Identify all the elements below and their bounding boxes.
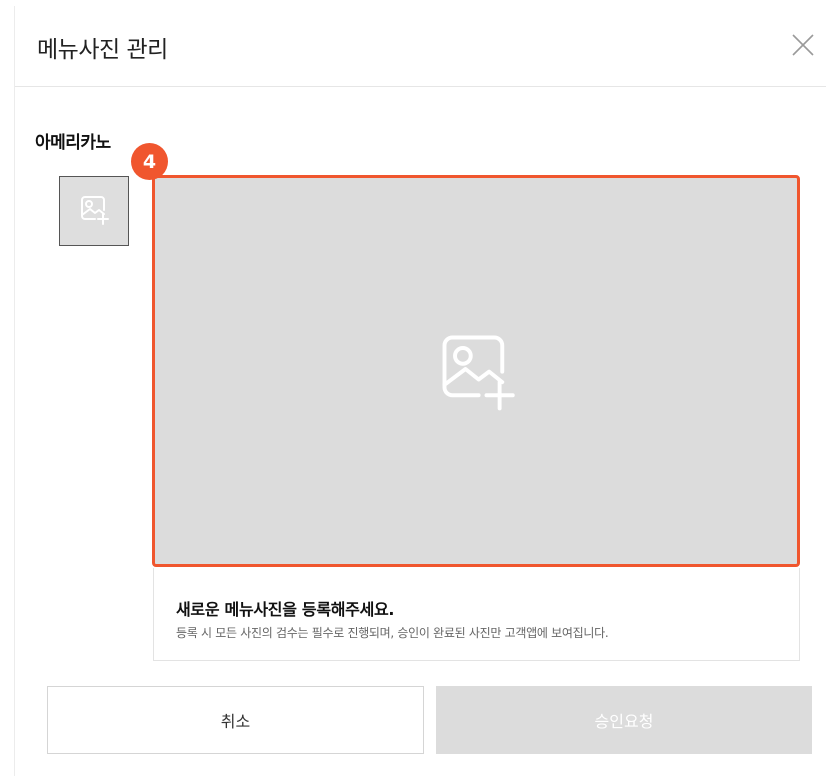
image-add-icon [434, 327, 518, 415]
menu-name: 아메리카노 [35, 133, 111, 153]
cancel-button[interactable]: 취소 [47, 686, 424, 754]
request-approval-button[interactable]: 승인요청 [436, 686, 812, 754]
modal-header: 메뉴사진 관리 [15, 6, 826, 87]
thumbnail-slot[interactable] [59, 176, 129, 246]
menu-photo-modal: 메뉴사진 관리 아메리카노 4 새로운 메뉴사진을 등록해주세요. 등록 시 모… [14, 6, 826, 776]
modal-title: 메뉴사진 관리 [37, 37, 168, 63]
upload-info-box: 새로운 메뉴사진을 등록해주세요. 등록 시 모든 사진의 검수는 필수로 진행… [153, 568, 800, 661]
image-add-icon [78, 193, 110, 229]
info-title: 새로운 메뉴사진을 등록해주세요. [176, 600, 395, 619]
photo-upload-area[interactable] [152, 175, 800, 567]
step-badge: 4 [131, 143, 168, 180]
info-description: 등록 시 모든 사진의 검수는 필수로 진행되며, 승인이 완료된 사진만 고객… [176, 626, 609, 640]
close-icon[interactable] [790, 32, 816, 58]
